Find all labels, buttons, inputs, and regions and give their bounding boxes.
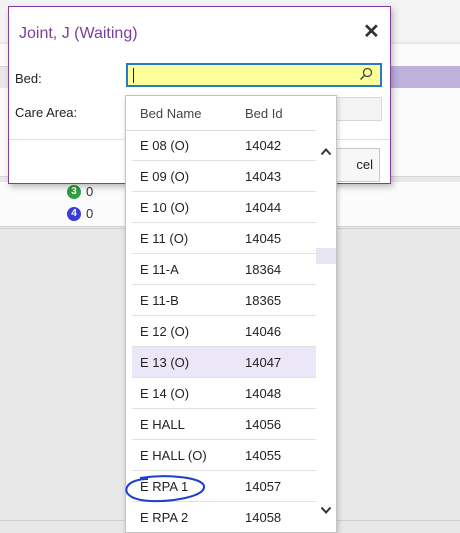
- bed-id-cell: 14043: [245, 169, 282, 184]
- bed-input[interactable]: [126, 63, 382, 87]
- bed-name-cell: E 12 (O): [140, 324, 190, 339]
- bed-id-cell: 18365: [245, 293, 282, 308]
- bed-name-cell: E 11-A: [140, 262, 179, 277]
- dialog-title: Joint, J (Waiting): [19, 25, 138, 42]
- bed-name-cell: E 14 (O): [140, 386, 190, 401]
- background-row-text: 0: [86, 206, 94, 221]
- bed-name-cell: E 09 (O): [140, 169, 190, 184]
- bed-id-cell: 14055: [245, 448, 282, 463]
- bed-id-cell: 14047: [245, 355, 282, 370]
- bed-id-cell: 18364: [245, 262, 282, 277]
- text-caret: [133, 68, 134, 83]
- care-area-label: Care Area:: [15, 105, 78, 120]
- bed-dropdown-list: Bed Name Bed Id E 08 (O) 14042 E 09 (O) 140…: [125, 95, 337, 533]
- bed-list-item[interactable]: E HALL (O) 14055: [132, 440, 316, 471]
- status-badge: 3: [67, 185, 81, 199]
- bed-id-cell: 14046: [245, 324, 282, 339]
- column-header-bed-id: Bed Id: [245, 106, 283, 121]
- close-icon[interactable]: ✕: [363, 19, 380, 44]
- bed-id-cell: 14045: [245, 231, 282, 246]
- bed-name-cell: E 11-B: [140, 293, 179, 308]
- bed-name-cell: E RPA 2: [140, 510, 189, 525]
- bed-id-cell: 14044: [245, 200, 282, 215]
- bed-name-cell: E 13 (O): [140, 355, 190, 370]
- bed-id-cell: 14048: [245, 386, 282, 401]
- bed-id-cell: 14058: [245, 510, 282, 525]
- bed-list-item[interactable]: E 13 (O) 14047: [132, 347, 316, 378]
- annotation-circle: [125, 475, 205, 503]
- bed-list-item[interactable]: E 11 (O) 14045: [132, 223, 316, 254]
- scrollbar-thumb[interactable]: [316, 248, 336, 264]
- bed-list-item[interactable]: E 10 (O) 14044: [132, 192, 316, 223]
- bed-name-cell: E 08 (O): [140, 138, 190, 153]
- background-selected-row: [390, 66, 460, 88]
- bed-label: Bed:: [15, 71, 42, 86]
- background-row-text: 0: [86, 184, 94, 199]
- bed-id-cell: 14042: [245, 138, 282, 153]
- bed-id-cell: 14056: [245, 417, 282, 432]
- bed-list-item[interactable]: E 12 (O) 14046: [132, 316, 316, 347]
- bed-list-item[interactable]: E RPA 2 14058: [132, 502, 316, 532]
- status-badge: 4: [67, 207, 81, 221]
- bed-name-cell: E 10 (O): [140, 200, 190, 215]
- bed-name-cell: E HALL (O): [140, 448, 207, 463]
- bed-list-item[interactable]: E 14 (O) 14048: [132, 378, 316, 409]
- search-icon[interactable]: [359, 67, 373, 81]
- bed-list-item[interactable]: E 09 (O) 14043: [132, 161, 316, 192]
- bed-list-item[interactable]: E 11-A 18364: [132, 254, 316, 285]
- bed-list-item[interactable]: E HALL 14056: [132, 409, 316, 440]
- bed-name-cell: E 11 (O): [140, 231, 189, 246]
- bed-name-cell: E HALL: [140, 417, 185, 432]
- bed-list-item[interactable]: E 08 (O) 14042: [132, 130, 316, 161]
- chevron-up-icon[interactable]: [320, 146, 332, 158]
- bed-id-cell: 14057: [245, 479, 282, 494]
- dropdown-header: Bed Name Bed Id: [126, 96, 316, 131]
- column-header-bed-name: Bed Name: [140, 106, 202, 121]
- bed-list-item[interactable]: E 11-B 18365: [132, 285, 316, 316]
- dropdown-scrollbar[interactable]: [316, 130, 336, 532]
- chevron-down-icon[interactable]: [320, 504, 332, 516]
